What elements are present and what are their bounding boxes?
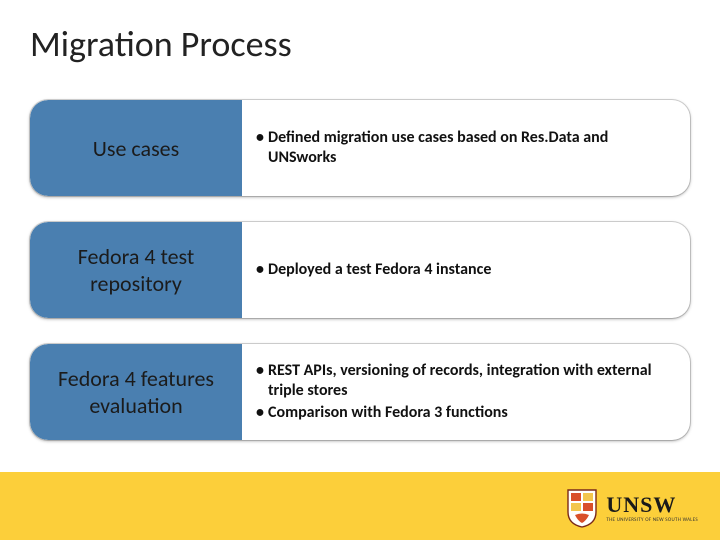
row-body: Deployed a test Fedora 4 instance — [242, 222, 690, 318]
bullet-list: Defined migration use cases based on Res… — [256, 126, 672, 170]
unsw-logo: UNSW THE UNIVERSITY OF NEW SOUTH WALES — [566, 488, 698, 528]
row-label: Fedora 4 features evaluation — [30, 344, 242, 440]
process-rows: Use cases Defined migration use cases ba… — [30, 100, 690, 466]
row-body: REST APIs, versioning of records, integr… — [242, 344, 690, 440]
process-row: Fedora 4 features evaluation REST APIs, … — [30, 344, 690, 440]
unsw-wordmark: UNSW THE UNIVERSITY OF NEW SOUTH WALES — [606, 494, 698, 523]
org-tagline: THE UNIVERSITY OF NEW SOUTH WALES — [606, 518, 698, 523]
bullet-list: Deployed a test Fedora 4 instance — [256, 258, 672, 282]
bullet-item: REST APIs, versioning of records, integr… — [256, 361, 672, 401]
row-label: Fedora 4 test repository — [30, 222, 242, 318]
crest-icon — [566, 488, 598, 528]
row-body: Defined migration use cases based on Res… — [242, 100, 690, 196]
slide-title: Migration Process — [30, 22, 292, 66]
process-row: Fedora 4 test repository Deployed a test… — [30, 222, 690, 318]
row-label: Use cases — [30, 100, 242, 196]
org-name: UNSW — [606, 494, 698, 516]
bullet-item: Comparison with Fedora 3 functions — [256, 403, 672, 423]
bullet-list: REST APIs, versioning of records, integr… — [256, 359, 672, 425]
process-row: Use cases Defined migration use cases ba… — [30, 100, 690, 196]
bullet-item: Deployed a test Fedora 4 instance — [256, 260, 672, 280]
slide: Migration Process Use cases Defined migr… — [0, 0, 720, 540]
bullet-item: Defined migration use cases based on Res… — [256, 128, 672, 168]
